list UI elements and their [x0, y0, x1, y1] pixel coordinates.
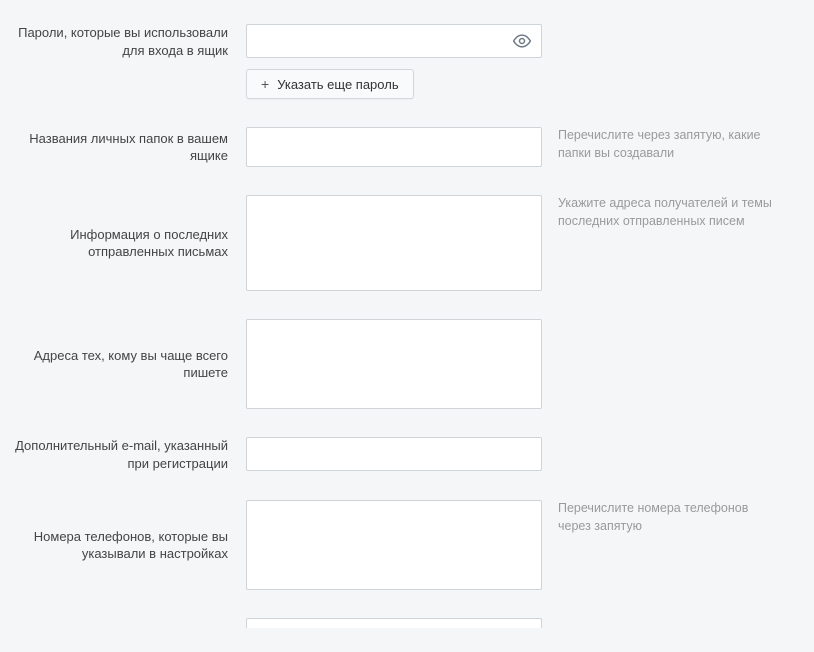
- cutoff-input: [246, 618, 542, 628]
- phones-hint: Перечислите номера телефонов через запят…: [542, 500, 782, 535]
- folders-hint: Перечислите через запятую, какие папки в…: [542, 127, 782, 162]
- plus-icon: +: [261, 77, 269, 91]
- passwords-label: Пароли, которые вы использовали для вход…: [0, 24, 246, 59]
- frequent-addresses-label: Адреса тех, кому вы чаще всего пишете: [0, 319, 246, 409]
- sent-info-hint: Укажите адреса получателей и темы послед…: [542, 195, 782, 230]
- folders-input[interactable]: [246, 127, 542, 167]
- phones-input[interactable]: [246, 500, 542, 590]
- phones-label: Номера телефонов, которые вы указывали в…: [0, 500, 246, 590]
- add-password-button[interactable]: + Указать еще пароль: [246, 69, 414, 99]
- add-password-label: Указать еще пароль: [277, 77, 398, 92]
- secondary-email-input[interactable]: [246, 437, 542, 471]
- password-input[interactable]: [246, 24, 542, 58]
- folders-label: Названия личных папок в вашем ящике: [0, 127, 246, 167]
- eye-icon[interactable]: [512, 31, 532, 51]
- sent-info-input[interactable]: [246, 195, 542, 291]
- frequent-addresses-input[interactable]: [246, 319, 542, 409]
- sent-info-label: Информация о последних отправленных пись…: [0, 195, 246, 291]
- secondary-email-label: Дополнительный e-mail, указанный при рег…: [0, 437, 246, 472]
